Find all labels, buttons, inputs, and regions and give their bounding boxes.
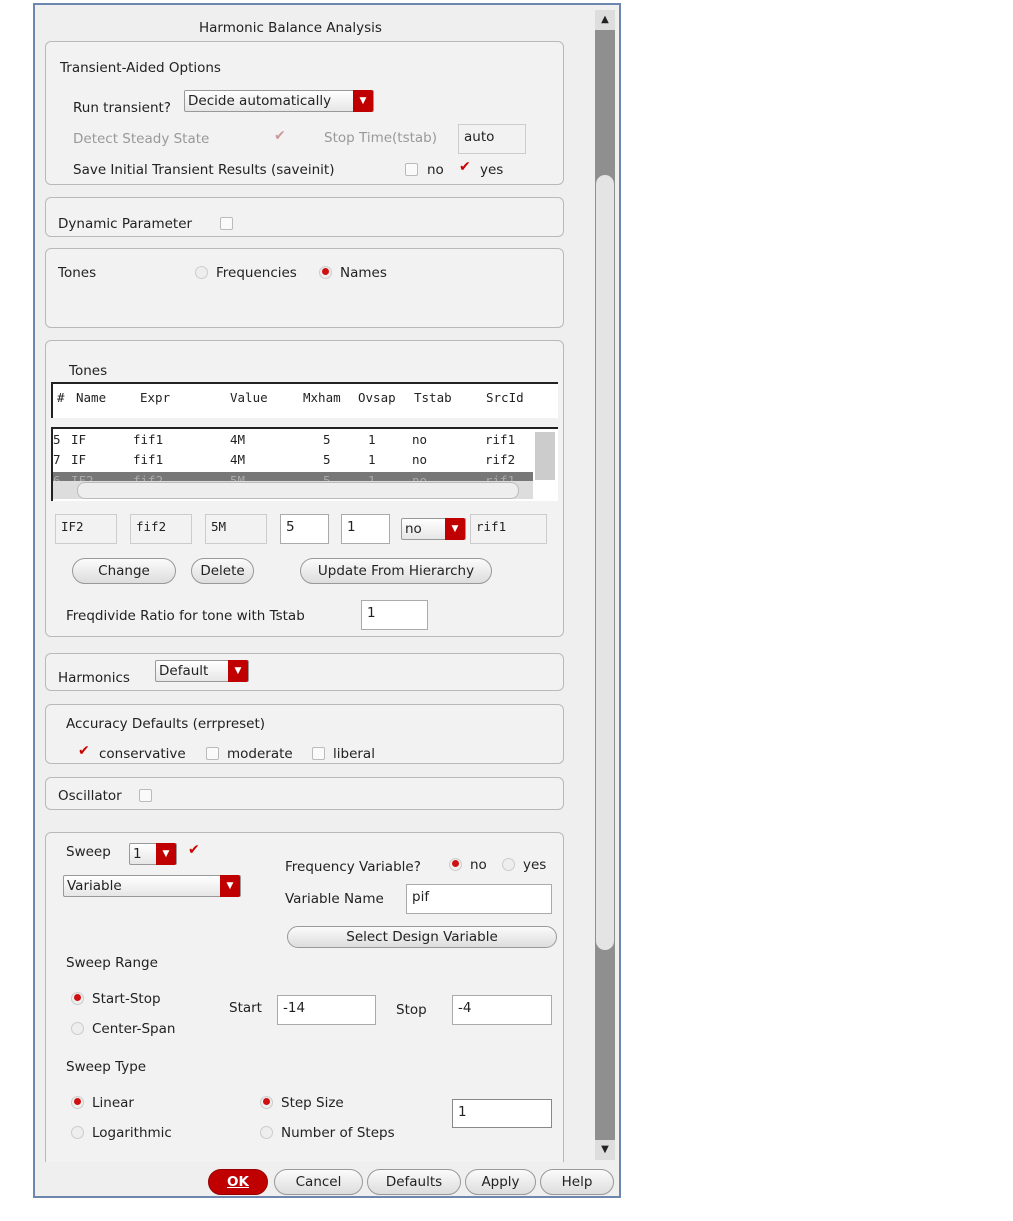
conservative-checkbox[interactable]: ✔	[78, 743, 90, 759]
tones-heading: Tones	[69, 363, 108, 379]
center-span-label: Center-Span	[92, 1021, 176, 1037]
sweep-checkbox[interactable]: ✔	[188, 842, 200, 858]
tone-ovsap-input[interactable]: 1	[341, 514, 390, 544]
freq-var-yes-label: yes	[523, 857, 547, 873]
oscillator-group	[45, 777, 564, 810]
chevron-down-icon: ▼	[220, 875, 240, 897]
saveinit-yes-label: yes	[480, 162, 504, 178]
freqdiv-input[interactable]: 1	[361, 600, 428, 630]
help-button[interactable]: Help	[540, 1169, 614, 1195]
harmonics-select[interactable]: Default ▼	[155, 660, 249, 682]
run-transient-value: Decide automatically	[188, 93, 332, 109]
start-label: Start	[229, 1000, 262, 1016]
transient-heading: Transient-Aided Options	[60, 60, 221, 76]
dialog-title: Harmonic Balance Analysis	[199, 20, 382, 36]
table-row[interactable]: 5 IF fif1 4M 5 1 no rif1	[53, 432, 533, 452]
freqdiv-label: Freqdivide Ratio for tone with Tstab	[66, 608, 305, 624]
tones-table: 5IFfif14M51norif1 7IFfif14M51norif2 6IF2…	[51, 427, 558, 501]
saveinit-no-checkbox[interactable]	[405, 163, 418, 176]
freq-var-no-label: no	[470, 857, 487, 873]
start-stop-label: Start-Stop	[92, 991, 161, 1007]
oscillator-checkbox[interactable]	[139, 789, 152, 802]
saveinit-no-label: no	[427, 162, 444, 178]
start-stop-radio[interactable]	[71, 992, 84, 1005]
variable-name-label: Variable Name	[285, 891, 384, 907]
table-row[interactable]: 7 IF fif1 4M 5 1 no rif2	[53, 452, 533, 472]
stop-time-input[interactable]: auto	[458, 124, 526, 154]
names-radio[interactable]	[319, 266, 332, 279]
tone-tstab-select[interactable]: no ▼	[401, 518, 466, 540]
frequency-variable-label: Frequency Variable?	[285, 859, 421, 875]
names-label: Names	[340, 265, 387, 281]
linear-label: Linear	[92, 1095, 134, 1111]
frequencies-radio[interactable]	[195, 266, 208, 279]
stop-time-label: Stop Time(tstab)	[324, 130, 438, 146]
detect-steady-label: Detect Steady State	[73, 131, 210, 147]
dynamic-parameter-label: Dynamic Parameter	[58, 216, 193, 232]
logarithmic-radio[interactable]	[71, 1126, 84, 1139]
table-vertical-scrollbar[interactable]	[535, 432, 555, 480]
stop-input[interactable]: -4	[452, 995, 552, 1025]
oscillator-label: Oscillator	[58, 788, 122, 804]
apply-button[interactable]: Apply	[465, 1169, 536, 1195]
frequencies-label: Frequencies	[216, 265, 297, 281]
number-of-steps-radio[interactable]	[260, 1126, 273, 1139]
accuracy-heading: Accuracy Defaults (errpreset)	[66, 716, 266, 732]
update-from-hierarchy-button[interactable]: Update From Hierarchy	[300, 558, 492, 584]
freq-var-yes-radio[interactable]	[502, 858, 515, 871]
chevron-down-icon: ▼	[156, 843, 176, 865]
tone-value-input[interactable]: 5M	[205, 514, 267, 544]
scrollbar-thumb[interactable]	[596, 175, 614, 950]
delete-button[interactable]: Delete	[191, 558, 254, 584]
sweep-type-label: Sweep Type	[66, 1059, 147, 1075]
chevron-down-icon: ▼	[353, 90, 373, 112]
scroll-up-icon[interactable]: ▲	[595, 10, 615, 30]
linear-radio[interactable]	[71, 1096, 84, 1109]
liberal-checkbox[interactable]	[312, 747, 325, 760]
tone-srcid-input[interactable]: rif1	[470, 514, 547, 544]
center-span-radio[interactable]	[71, 1022, 84, 1035]
step-size-label: Step Size	[281, 1095, 344, 1111]
stop-label: Stop	[396, 1002, 427, 1018]
dynamic-parameter-checkbox[interactable]	[220, 217, 233, 230]
step-size-radio[interactable]	[260, 1096, 273, 1109]
cancel-button[interactable]: Cancel	[274, 1169, 363, 1195]
moderate-checkbox[interactable]	[206, 747, 219, 760]
tone-expr-input[interactable]: fif2	[130, 514, 192, 544]
horizontal-scrollbar-thumb[interactable]	[77, 482, 519, 499]
saveinit-label: Save Initial Transient Results (saveinit…	[73, 162, 335, 178]
run-transient-label: Run transient?	[73, 100, 171, 116]
horizontal-scrollbar[interactable]	[53, 481, 533, 499]
freq-var-no-radio[interactable]	[449, 858, 462, 871]
tone-mxham-input[interactable]: 5	[280, 514, 329, 544]
number-of-steps-label: Number of Steps	[281, 1125, 395, 1141]
select-design-variable-button[interactable]: Select Design Variable	[287, 926, 557, 948]
moderate-label: moderate	[227, 746, 293, 762]
saveinit-yes-checkbox[interactable]: ✔	[459, 159, 471, 175]
chevron-down-icon: ▼	[445, 518, 465, 540]
harmonics-label: Harmonics	[58, 670, 130, 686]
sweep-label: Sweep	[66, 844, 111, 860]
tone-name-input[interactable]: IF2	[55, 514, 117, 544]
sweep-number-select[interactable]: 1 ▼	[129, 843, 177, 865]
detect-steady-checkbox[interactable]: ✔	[274, 128, 286, 144]
scroll-down-icon[interactable]: ▼	[595, 1140, 615, 1160]
ok-button[interactable]: OK	[208, 1169, 268, 1195]
run-transient-select[interactable]: Decide automatically ▼	[184, 90, 374, 112]
sweep-range-label: Sweep Range	[66, 955, 158, 971]
defaults-button[interactable]: Defaults	[367, 1169, 461, 1195]
chevron-down-icon: ▼	[228, 660, 248, 682]
logarithmic-label: Logarithmic	[92, 1125, 172, 1141]
tones-mode-group	[45, 248, 564, 328]
tones-mode-label: Tones	[58, 265, 97, 281]
liberal-label: liberal	[333, 746, 375, 762]
start-input[interactable]: -14	[277, 995, 376, 1025]
tones-table-header: # Name Expr Value Mxham Ovsap Tstab SrcI…	[51, 382, 558, 418]
change-button[interactable]: Change	[72, 558, 176, 584]
step-value-input[interactable]: 1	[452, 1099, 552, 1128]
sweep-kind-select[interactable]: Variable ▼	[63, 875, 241, 897]
variable-name-input[interactable]: pif	[406, 884, 552, 914]
conservative-label: conservative	[99, 746, 186, 762]
